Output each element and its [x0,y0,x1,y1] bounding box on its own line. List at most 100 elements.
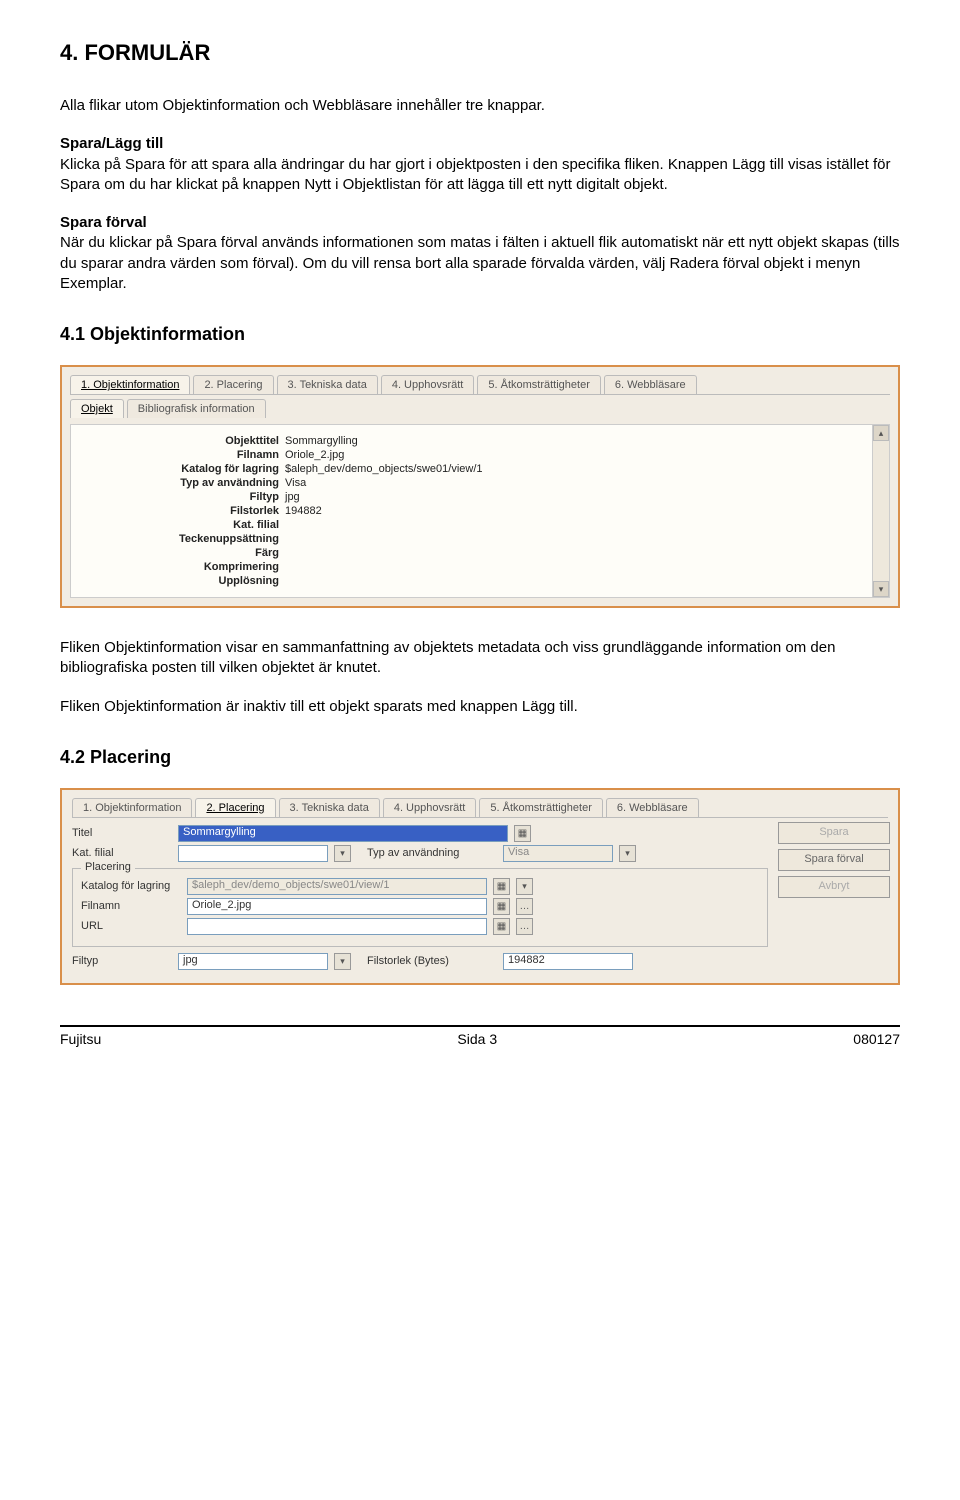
lookup-icon[interactable]: ▦ [493,898,510,915]
info-label: Objekttitel [79,435,285,447]
info-label: Filstorlek [79,505,285,517]
label-typ: Typ av användning [357,847,497,859]
info-label: Komprimering [79,561,285,573]
input-filtyp[interactable]: jpg [178,953,328,970]
info-row: Teckenuppsättning [79,533,861,545]
lookup-icon[interactable]: ▦ [493,918,510,935]
tab-tekniska-data[interactable]: 3. Tekniska data [277,375,378,394]
input-filnamn[interactable]: Oriole_2.jpg [187,898,487,915]
tab-objektinformation-2[interactable]: 1. Objektinformation [72,798,192,817]
fieldset-placering: Placering Katalog för lagring $aleph_dev… [72,868,768,947]
paragraph-spara-forval: Spara förval När du klickar på Spara för… [60,213,900,294]
tab-objektinformation[interactable]: 1. Objektinformation [70,375,190,394]
dropdown-icon[interactable]: ▾ [334,953,351,970]
input-typ: Visa [503,845,613,862]
input-katalog: $aleph_dev/demo_objects/swe01/view/1 [187,878,487,895]
scroll-down-icon[interactable]: ▾ [873,581,889,597]
footer-center: Sida 3 [457,1031,497,1047]
tab-webblasare[interactable]: 6. Webbläsare [604,375,697,394]
browse-icon[interactable]: … [516,898,533,915]
label-spara-forval: Spara förval [60,214,147,231]
footer-left: Fujitsu [60,1031,101,1047]
info-value [285,547,861,559]
tab-placering-2[interactable]: 2. Placering [195,798,275,817]
tab-tekniska-data-2[interactable]: 3. Tekniska data [279,798,380,817]
info-label: Filtyp [79,491,285,503]
info-value [285,575,861,587]
text-spara-forval: När du klickar på Spara förval används i… [60,234,900,292]
info-value [285,561,861,573]
input-katfilial[interactable] [178,845,328,862]
tab-upphovsratt[interactable]: 4. Upphovsrätt [381,375,475,394]
tab-placering[interactable]: 2. Placering [193,375,273,394]
heading-formular: 4. FORMULÄR [60,40,900,66]
info-value: Sommargylling [285,435,861,447]
paragraph-41b: Fliken Objektinformation är inaktiv till… [60,697,900,717]
heading-42: 4.2 Placering [60,747,900,768]
label-filstorlek: Filstorlek (Bytes) [357,955,497,967]
footer-right: 080127 [853,1031,900,1047]
tab-upphovsratt-2[interactable]: 4. Upphovsrätt [383,798,477,817]
avbryt-button[interactable]: Avbryt [778,876,890,898]
input-url[interactable] [187,918,487,935]
info-label: Teckenuppsättning [79,533,285,545]
dropdown-icon[interactable]: ▾ [334,845,351,862]
info-row: Färg [79,547,861,559]
label-url: URL [81,920,181,932]
subtabs-row: Objekt Bibliografisk information [70,399,890,418]
info-label: Färg [79,547,285,559]
dropdown-icon[interactable]: ▾ [516,878,533,895]
text-spara-lagg: Klicka på Spara för att spara alla ändri… [60,156,890,193]
scrollbar[interactable]: ▴ ▾ [872,425,889,597]
legend-placering: Placering [81,861,135,873]
tabs-row-main: 1. Objektinformation 2. Placering 3. Tek… [70,375,890,395]
heading-41: 4.1 Objektinformation [60,324,900,345]
scroll-up-icon[interactable]: ▴ [873,425,889,441]
info-row: Upplösning [79,575,861,587]
info-value: Visa [285,477,861,489]
info-row: Typ av användningVisa [79,477,861,489]
paragraph-intro: Alla flikar utom Objektinformation och W… [60,96,900,116]
label-filnamn: Filnamn [81,900,181,912]
lookup-icon[interactable]: ▦ [493,878,510,895]
paragraph-spara-lagg: Spara/Lägg till Klicka på Spara för att … [60,134,900,195]
info-row: Katalog för lagring$aleph_dev/demo_objec… [79,463,861,475]
info-label: Katalog för lagring [79,463,285,475]
label-katalog: Katalog för lagring [81,880,181,892]
info-row: Filstorlek194882 [79,505,861,517]
input-filstorlek[interactable]: 194882 [503,953,633,970]
label-katfilial: Kat. filial [72,847,172,859]
info-row: Kat. filial [79,519,861,531]
info-label: Upplösning [79,575,285,587]
browse-icon[interactable]: … [516,918,533,935]
info-area: ▴ ▾ ObjekttitelSommargylling FilnamnOrio… [70,424,890,598]
info-value: jpg [285,491,861,503]
tabs-row-main-2: 1. Objektinformation 2. Placering 3. Tek… [72,798,888,818]
info-label: Kat. filial [79,519,285,531]
tab-atkomstrattigheter-2[interactable]: 5. Åtkomsträttigheter [479,798,603,817]
label-spara-lagg: Spara/Lägg till [60,135,163,152]
spara-button[interactable]: Spara [778,822,890,844]
label-titel: Titel [72,827,172,839]
tab-webblasare-2[interactable]: 6. Webbläsare [606,798,699,817]
page-footer: Fujitsu Sida 3 080127 [60,1025,900,1047]
tab-atkomstrattigheter[interactable]: 5. Åtkomsträttigheter [477,375,601,394]
label-filtyp: Filtyp [72,955,172,967]
dropdown-icon[interactable]: ▾ [619,845,636,862]
info-label: Filnamn [79,449,285,461]
panel-objektinformation: 1. Objektinformation 2. Placering 3. Tek… [60,365,900,608]
lookup-icon[interactable]: ▦ [514,825,531,842]
info-value: $aleph_dev/demo_objects/swe01/view/1 [285,463,861,475]
subtab-objekt[interactable]: Objekt [70,399,124,418]
info-row: Komprimering [79,561,861,573]
input-titel[interactable]: Sommargylling [178,825,508,842]
subtab-bibliografisk[interactable]: Bibliografisk information [127,399,266,418]
info-value [285,519,861,531]
info-row: FilnamnOriole_2.jpg [79,449,861,461]
info-value: 194882 [285,505,861,517]
info-value: Oriole_2.jpg [285,449,861,461]
spara-forval-button[interactable]: Spara förval [778,849,890,871]
info-value [285,533,861,545]
info-row: ObjekttitelSommargylling [79,435,861,447]
info-label: Typ av användning [79,477,285,489]
